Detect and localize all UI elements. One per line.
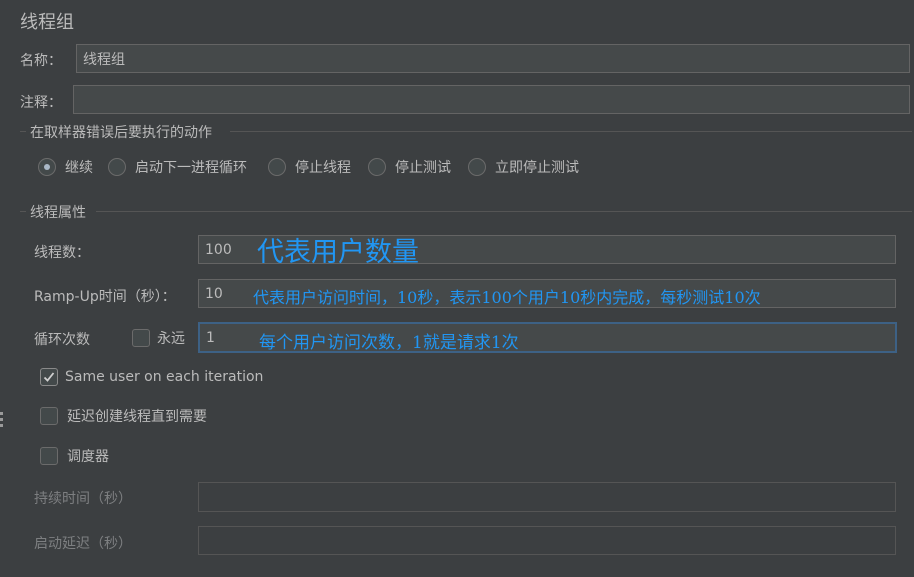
radio-label: 停止线程	[295, 160, 351, 176]
radio-stop-test-now[interactable]: 立即停止测试	[468, 157, 579, 177]
comment-label: 注释：	[20, 95, 62, 111]
name-label: 名称：	[20, 53, 62, 69]
radio-stop-test[interactable]: 停止测试	[368, 157, 451, 177]
loop-value: 1	[206, 329, 215, 346]
radio-unselected-icon	[268, 158, 286, 176]
radio-label: 停止测试	[395, 160, 451, 176]
radio-continue[interactable]: 继续	[38, 157, 93, 177]
rampup-value: 10	[205, 285, 223, 302]
checkbox-unchecked-icon	[132, 329, 150, 347]
scheduler-label: 调度器	[67, 449, 109, 465]
duration-field[interactable]	[198, 482, 896, 512]
checkmark-icon	[40, 368, 58, 386]
radio-unselected-icon	[468, 158, 486, 176]
radio-selected-icon	[38, 158, 56, 176]
radio-label: 立即停止测试	[495, 160, 579, 176]
radio-unselected-icon	[368, 158, 386, 176]
loop-annotation: 每个用户访问次数，1就是请求1次	[259, 333, 519, 353]
thread-props-legend: 线程属性	[30, 205, 86, 221]
threads-value: 100	[205, 241, 232, 258]
same-user-label: Same user on each iteration	[65, 369, 264, 385]
name-field[interactable]: 线程组	[76, 44, 910, 73]
checkbox-unchecked-icon	[40, 447, 58, 465]
same-user-checkbox[interactable]: Same user on each iteration	[40, 368, 263, 386]
delay-checkbox[interactable]: 延迟创建线程直到需要	[40, 406, 207, 426]
forever-checkbox[interactable]: 永远	[132, 328, 185, 348]
comment-field[interactable]	[73, 85, 910, 114]
sampler-error-legend: 在取样器错误后要执行的动作	[30, 125, 212, 141]
radio-label: 启动下一进程循环	[135, 160, 247, 176]
scheduler-checkbox[interactable]: 调度器	[40, 446, 109, 466]
group-divider	[20, 131, 26, 132]
radio-label: 继续	[65, 160, 93, 176]
group-divider	[20, 211, 26, 212]
threads-annotation: 代表用户数量	[257, 237, 419, 268]
radio-start-next-loop[interactable]: 启动下一进程循环	[108, 157, 247, 177]
name-value: 线程组	[83, 51, 125, 68]
duration-label: 持续时间（秒）	[34, 491, 132, 507]
group-divider	[96, 211, 912, 212]
radio-unselected-icon	[108, 158, 126, 176]
rampup-annotation: 代表用户访问时间，10秒，表示100个用户10秒内完成，每秒测试10次	[253, 288, 761, 307]
startup-delay-label: 启动延迟（秒）	[34, 536, 132, 552]
page-title: 线程组	[20, 12, 74, 33]
loop-label: 循环次数	[34, 332, 90, 348]
rampup-label: Ramp-Up时间（秒）：	[34, 289, 176, 305]
threads-label: 线程数：	[34, 245, 90, 261]
splitter-handle[interactable]	[0, 412, 4, 430]
checkbox-unchecked-icon	[40, 407, 58, 425]
forever-label: 永远	[157, 331, 185, 347]
group-divider	[230, 131, 912, 132]
startup-delay-field[interactable]	[198, 526, 896, 555]
delay-label: 延迟创建线程直到需要	[67, 409, 207, 425]
radio-stop-thread[interactable]: 停止线程	[268, 157, 351, 177]
